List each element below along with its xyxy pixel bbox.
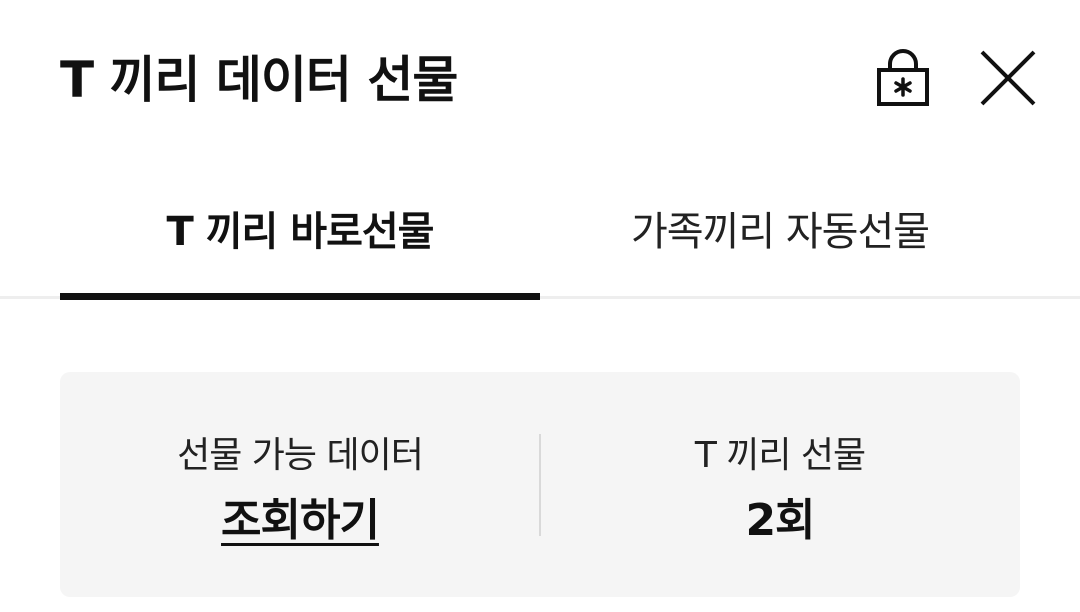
- gift-available-value: 조회하기: [60, 484, 540, 548]
- gift-count-value: 2회: [745, 495, 815, 546]
- lookup-link[interactable]: 조회하기: [221, 495, 380, 546]
- close-button[interactable]: [974, 46, 1042, 114]
- lock-asterisk-icon: [877, 49, 929, 106]
- gift-count-section: T 끼리 선물 2회: [540, 372, 1020, 597]
- gift-available-section: 선물 가능 데이터 조회하기: [60, 372, 540, 597]
- page-title: T 끼리 데이터 선물: [60, 51, 458, 109]
- close-icon: [980, 50, 1036, 106]
- gift-count-label: T 끼리 선물: [694, 435, 866, 476]
- active-tab-indicator: [60, 293, 540, 300]
- tab-bar: T 끼리 바로선물 가족끼리 자동선물: [0, 160, 1080, 300]
- tab-direct-gift[interactable]: T 끼리 바로선물: [60, 160, 540, 296]
- gift-available-label: 선물 가능 데이터: [177, 435, 424, 476]
- lock-button[interactable]: [868, 46, 938, 112]
- tab-family-auto-gift[interactable]: 가족끼리 자동선물: [540, 160, 1020, 296]
- header: T 끼리 데이터 선물: [0, 0, 1080, 160]
- gift-summary-card: 선물 가능 데이터 조회하기 T 끼리 선물 2회: [60, 372, 1020, 597]
